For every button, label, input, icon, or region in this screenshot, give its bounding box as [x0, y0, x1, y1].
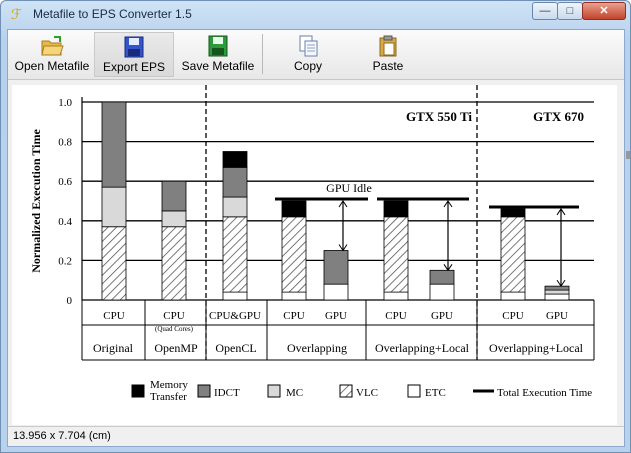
save-metafile-button[interactable]: Save Metafile	[178, 32, 258, 77]
bar-segment-etc	[323, 283, 349, 301]
bar-segment-etc	[281, 291, 307, 301]
y-tick-label: 0	[67, 295, 73, 307]
bar-segment-etc	[544, 293, 570, 301]
bar-segment-vlc	[383, 216, 409, 293]
bar-segment-idct	[222, 166, 248, 198]
app-window: ℱ Metafile to EPS Converter 1.5 — □ ✕ Op…	[0, 0, 631, 453]
group-label: OpenCL	[215, 341, 256, 355]
bar-label: CPU	[385, 310, 406, 322]
floppy-disk-blue-icon	[124, 36, 144, 58]
legend-label-total: Total Execution Time	[497, 387, 592, 399]
bar-segment-etc	[383, 291, 409, 301]
bar-segment-vlc	[101, 226, 127, 301]
gpu-label-550ti: GTX 550 Ti	[406, 109, 472, 124]
bar-label: CPU&GPU	[209, 310, 261, 322]
bar-label: CPU	[283, 310, 304, 322]
window-title: Metafile to EPS Converter 1.5	[33, 7, 192, 21]
legend-label-vlc: VLC	[356, 387, 378, 399]
open-metafile-button[interactable]: Open Metafile	[10, 32, 94, 77]
legend-label-etc: ETC	[425, 387, 446, 399]
y-tick-label: 0.4	[58, 216, 72, 228]
legend-label-idct: IDCT	[214, 387, 240, 399]
bar-segment-mem	[281, 200, 307, 218]
toolbar: Open Metafile Export EPS Save Metafile C…	[8, 30, 624, 80]
bar-label: GPU	[431, 310, 453, 322]
y-axis-label: Normalized Execution Time	[29, 129, 43, 273]
bar-segment-idct	[101, 101, 127, 188]
legend-swatch-memory	[131, 384, 145, 398]
bar-segment-vlc	[281, 216, 307, 293]
bar-segment-etc	[429, 283, 455, 301]
y-tick-label: 0.6	[58, 176, 72, 188]
bar-segment-mc	[222, 196, 248, 218]
status-bar: 13.956 x 7.704 (cm)	[8, 426, 624, 446]
bar-sublabel: (Quad Cores)	[155, 325, 194, 333]
y-tick-label: 0.8	[58, 137, 72, 149]
bar-segment-mc	[161, 210, 187, 228]
group-label: Overlapping+Local	[489, 341, 584, 355]
floppy-disk-green-icon	[208, 35, 228, 57]
open-metafile-label: Open Metafile	[14, 59, 90, 73]
bar-segment-idct	[323, 250, 349, 285]
chart-canvas: 0 0.2 0.4 0.6 0.8 1.0 Normalized Execution Tim…	[12, 85, 617, 425]
bar-segment-mc	[544, 289, 570, 295]
minimize-button[interactable]: —	[532, 2, 558, 20]
bar-label: GPU	[546, 310, 568, 322]
save-metafile-label: Save Metafile	[181, 59, 255, 73]
folder-open-icon	[41, 36, 64, 56]
client-area: Open Metafile Export EPS Save Metafile C…	[7, 29, 625, 447]
bar-segment-idct	[429, 269, 455, 285]
bar-segment-mem	[383, 200, 409, 218]
export-eps-label: Export EPS	[102, 60, 166, 74]
bar-segment-vlc	[222, 216, 248, 293]
paste-label: Paste	[372, 59, 404, 73]
group-label: Original	[93, 341, 134, 355]
legend-label-transfer: Transfer	[150, 391, 187, 403]
title-bar[interactable]: ℱ Metafile to EPS Converter 1.5 — □ ✕	[1, 1, 630, 29]
bar-segment-mem	[222, 151, 248, 168]
group-label: OpenMP	[154, 341, 198, 355]
paste-icon	[379, 35, 397, 57]
bar-segment-vlc	[161, 226, 187, 301]
status-size-text: 13.956 x 7.704 (cm)	[13, 430, 111, 442]
legend-swatch-etc	[407, 384, 421, 398]
close-button[interactable]: ✕	[582, 2, 626, 20]
legend-label-memory: Memory	[150, 379, 188, 391]
bar-segment-idct	[544, 285, 570, 291]
copy-label: Copy	[293, 59, 322, 73]
bar-segment-etc	[222, 291, 248, 301]
legend-swatch-idct	[197, 384, 211, 398]
copy-icon	[299, 35, 318, 57]
export-eps-button[interactable]: Export EPS	[94, 32, 174, 77]
maximize-button[interactable]: □	[557, 2, 583, 20]
legend-label-mc: MC	[286, 387, 303, 399]
group-label: Overlapping+Local	[375, 341, 470, 355]
copy-button[interactable]: Copy	[280, 32, 336, 77]
bar-label: GPU	[325, 310, 347, 322]
bar-segment-mem	[500, 208, 526, 218]
app-icon: ℱ	[11, 7, 23, 23]
bar-label: CPU	[163, 310, 184, 322]
y-tick-label: 1.0	[58, 97, 72, 109]
gpu-idle-annotation: GPU Idle	[326, 181, 372, 195]
bar-label: CPU	[103, 310, 124, 322]
legend-swatch-mc	[267, 384, 281, 398]
chart-svg: 0 0.2 0.4 0.6 0.8 1.0 Normalized Execution Tim…	[29, 85, 595, 403]
bar-segment-idct	[161, 180, 187, 212]
legend-swatch-vlc	[339, 384, 353, 398]
bar-segment-vlc	[500, 216, 526, 293]
bar-segment-mc	[101, 186, 127, 228]
toolbar-separator	[262, 34, 263, 74]
y-tick-label: 0.2	[58, 255, 72, 267]
gpu-label-670: GTX 670	[533, 109, 584, 124]
paste-button[interactable]: Paste	[360, 32, 416, 77]
bar-label: CPU	[502, 310, 523, 322]
edge-marker	[626, 151, 630, 159]
group-label: Overlapping	[287, 341, 347, 355]
bar-segment-etc	[500, 291, 526, 301]
